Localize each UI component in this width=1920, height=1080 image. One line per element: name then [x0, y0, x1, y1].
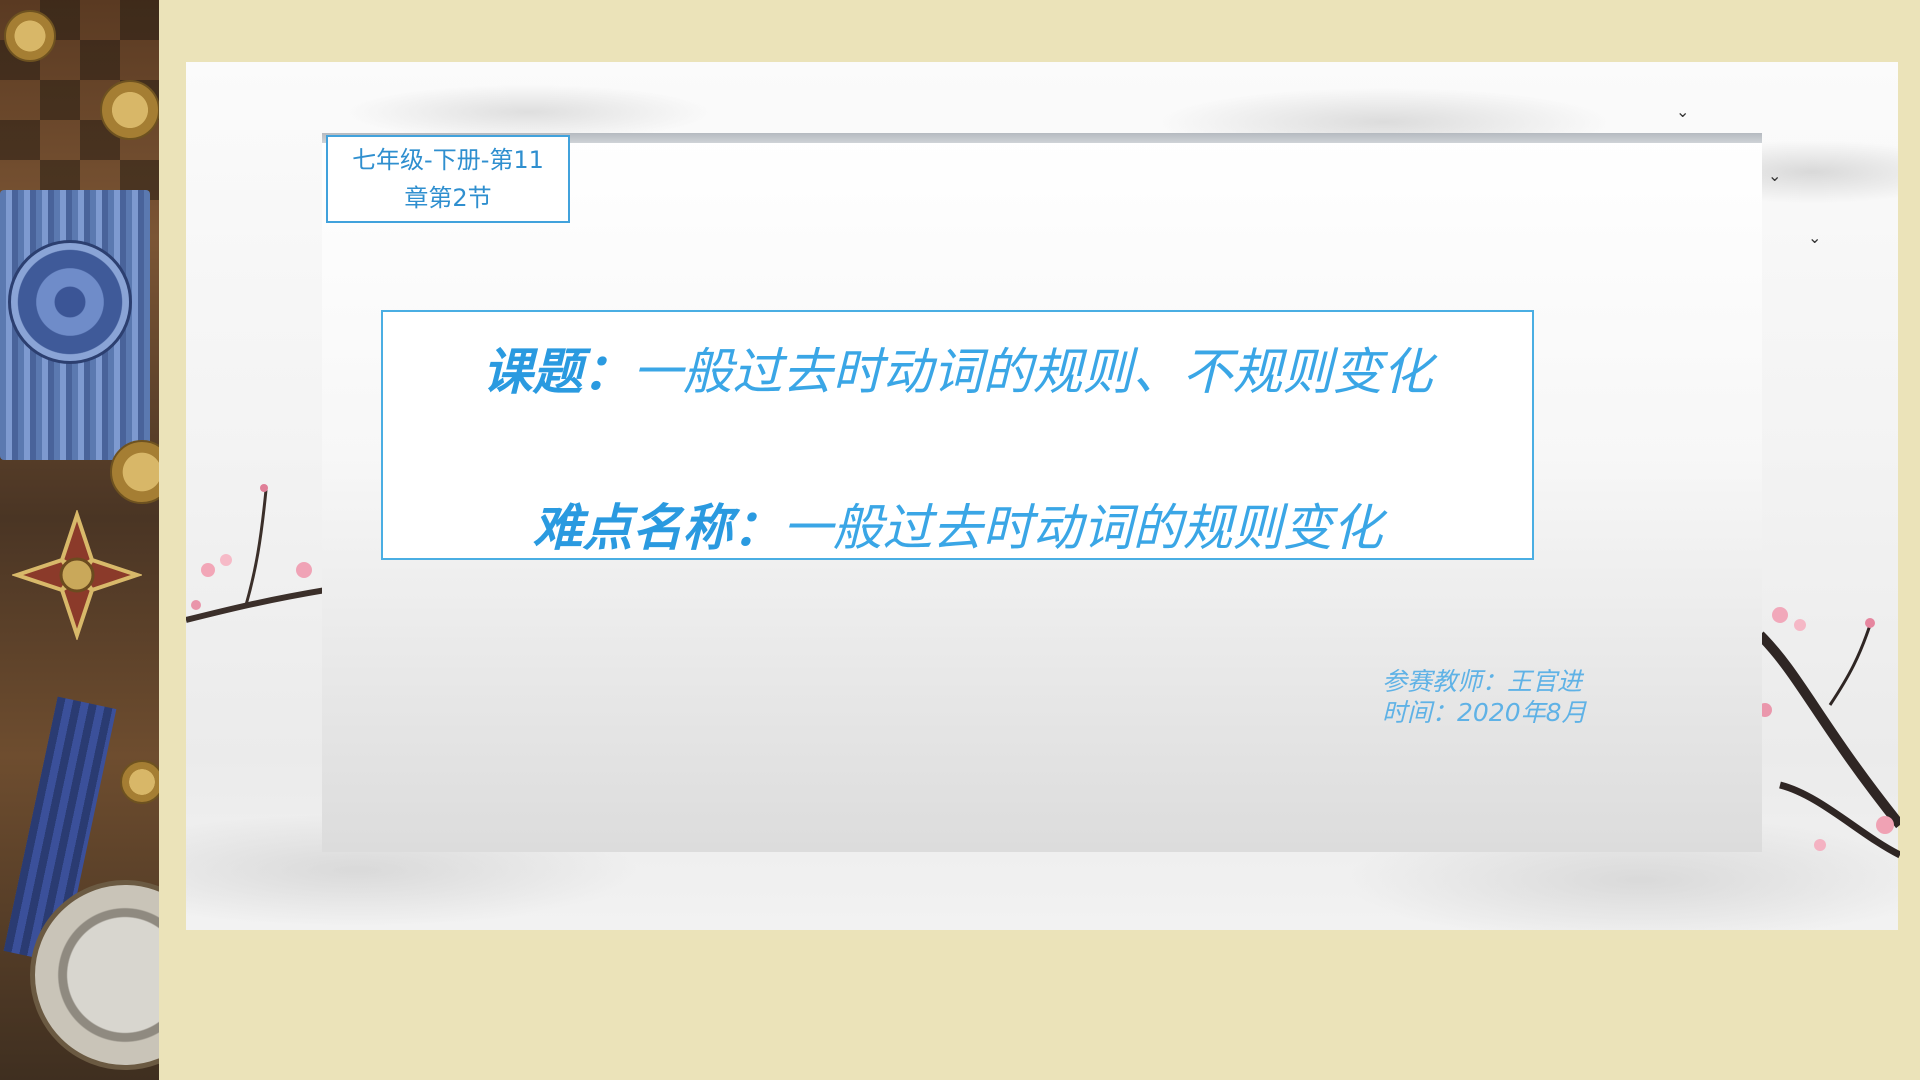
bird-icon: ⌄ [1768, 166, 1782, 185]
presenter-info: 参赛教师：王官进 时间：2020年8月 [1382, 666, 1587, 728]
coin-icon [110, 440, 159, 504]
medal-icon [12, 510, 142, 640]
topic-text: 一般过去时动词的规则、不规则变化 [632, 343, 1433, 401]
teacher-line: 参赛教师：王官进 [1382, 667, 1583, 696]
difficulty-line: 难点名称：一般过去时动词的规则变化 [383, 488, 1532, 560]
coin-icon [120, 760, 159, 804]
coin-icon [100, 80, 159, 140]
topic-label: 课题： [482, 343, 633, 401]
difficulty-label: 难点名称： [532, 499, 783, 557]
slide-stage: ⌄ ⌄ ⌄ 七年级-下册-第11 章第2节 课题：一般过去时动词的规则、不规则变… [0, 0, 1920, 1080]
bird-icon: ⌄ [1676, 102, 1690, 121]
difficulty-text: 一般过去时动词的规则变化 [782, 499, 1383, 557]
title-box: 课题：一般过去时动词的规则、不规则变化 难点名称：一般过去时动词的规则变化 [381, 310, 1534, 560]
chapter-label-box: 七年级-下册-第11 章第2节 [326, 135, 570, 223]
chapter-line-1: 七年级-下册-第11 [352, 146, 544, 174]
decorative-collage-strip [0, 0, 159, 1080]
bird-icon: ⌄ [1808, 228, 1822, 247]
plum-branch-icon [186, 484, 326, 623]
rosette-icon [8, 240, 132, 364]
time-line: 时间：2020年8月 [1382, 698, 1587, 727]
topic-line: 课题：一般过去时动词的规则、不规则变化 [383, 332, 1532, 404]
coin-icon [4, 10, 56, 62]
chapter-line-2: 章第2节 [404, 184, 492, 212]
plum-branch-icon [1760, 607, 1900, 859]
